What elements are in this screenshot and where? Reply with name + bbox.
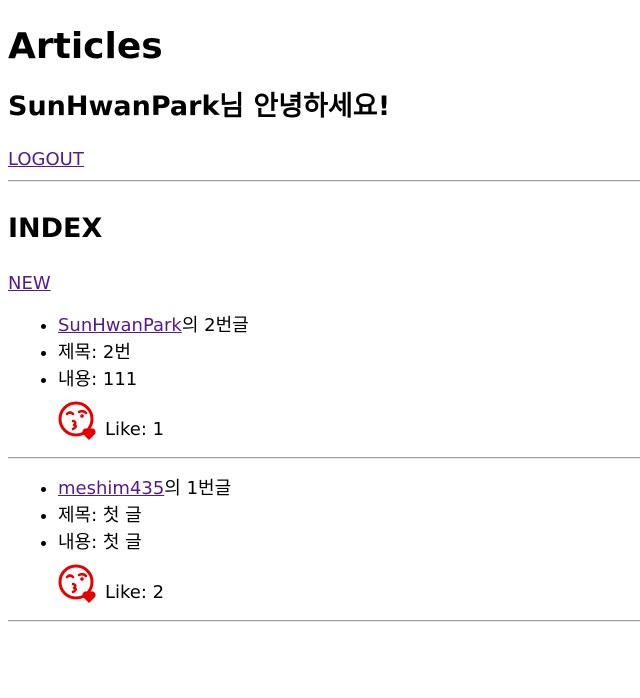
article-details-list: meshim435의 1번글 제목: 첫 글 내용: 첫 글 <box>8 475 640 556</box>
article-item: meshim435의 1번글 제목: 첫 글 내용: 첫 글 Like: 2 <box>8 475 640 622</box>
new-row: NEW <box>8 272 640 296</box>
article-content-line: 내용: 111 <box>58 366 640 393</box>
like-row: Like: 1 <box>58 401 640 441</box>
article-title-line: 제목: 2번 <box>58 339 640 366</box>
index-heading: INDEX <box>8 213 103 244</box>
author-link[interactable]: meshim435 <box>58 478 164 499</box>
kiss-heart-icon[interactable] <box>58 564 98 604</box>
like-count-text: Like: 1 <box>105 419 165 440</box>
new-article-link[interactable]: NEW <box>8 273 51 294</box>
article-author-line: SunHwanPark의 2번글 <box>58 312 640 339</box>
article-number-text: 의 2번글 <box>181 315 249 336</box>
divider <box>8 457 640 459</box>
like-count-text: Like: 2 <box>105 582 165 603</box>
like-row: Like: 2 <box>58 564 640 604</box>
logout-row: LOGOUT <box>8 148 640 172</box>
article-number-text: 의 1번글 <box>164 478 232 499</box>
greeting-heading: SunHwanPark님 안녕하세요! <box>8 91 391 122</box>
divider <box>8 620 640 622</box>
article-item: SunHwanPark의 2번글 제목: 2번 내용: 111 Like: 1 <box>8 312 640 459</box>
page-title: Articles <box>8 26 163 67</box>
article-details-list: SunHwanPark의 2번글 제목: 2번 내용: 111 <box>8 312 640 393</box>
article-author-line: meshim435의 1번글 <box>58 475 640 502</box>
article-content-line: 내용: 첫 글 <box>58 529 640 556</box>
author-link[interactable]: SunHwanPark <box>58 315 182 336</box>
logout-link[interactable]: LOGOUT <box>8 149 84 170</box>
page: Articles SunHwanPark님 안녕하세요! LOGOUT INDE… <box>0 0 640 622</box>
kiss-heart-icon[interactable] <box>58 401 98 441</box>
article-title-line: 제목: 첫 글 <box>58 502 640 529</box>
